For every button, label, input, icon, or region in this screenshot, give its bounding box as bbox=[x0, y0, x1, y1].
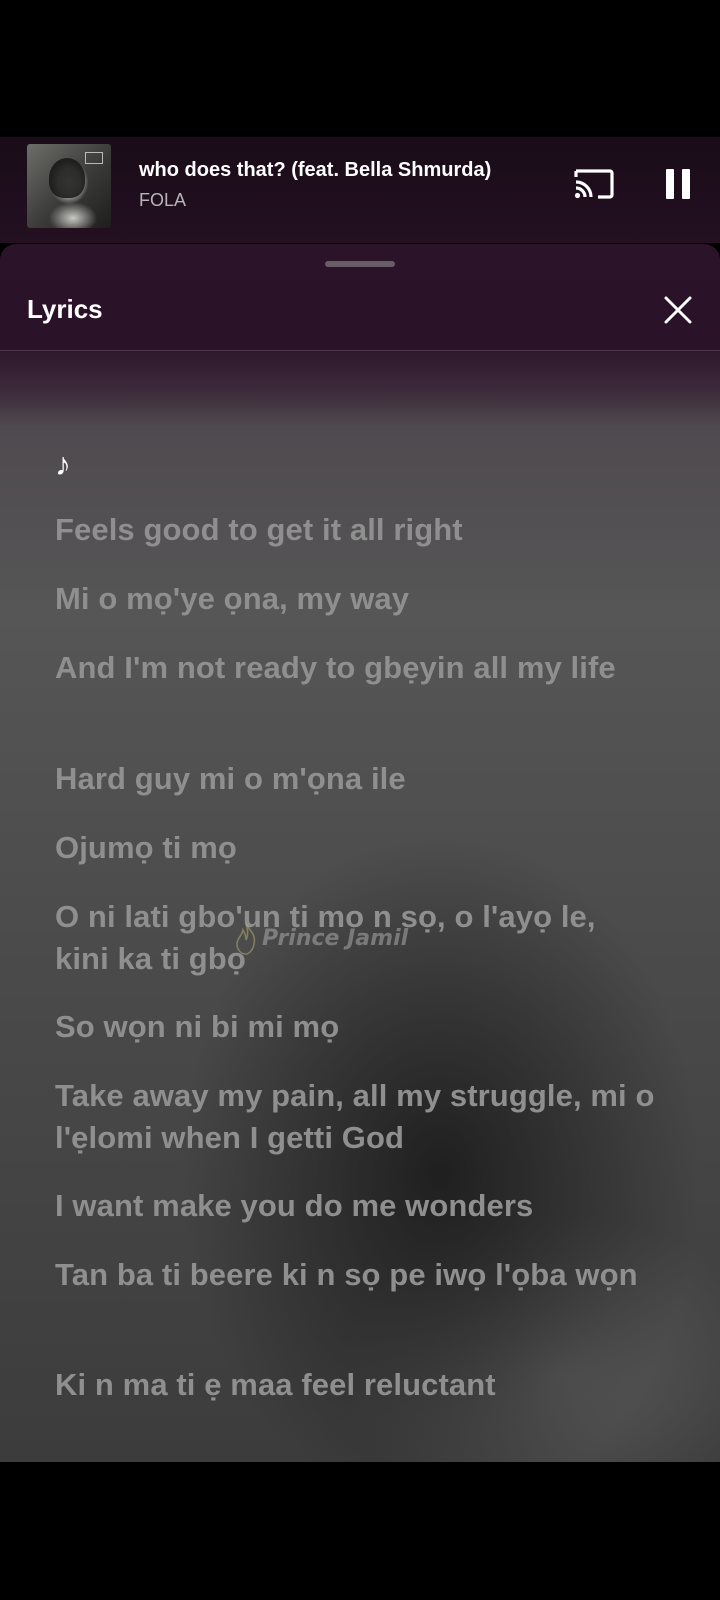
close-icon bbox=[664, 296, 692, 324]
lyric-line[interactable]: Tan ba ti beere ki n sọ pe iwọ l'ọba wọn bbox=[55, 1254, 655, 1296]
track-artist[interactable]: FOLA bbox=[139, 190, 186, 211]
screen: who does that? (feat. Bella Shmurda) FOL… bbox=[0, 0, 720, 1600]
lyric-line[interactable]: So wọn ni bi mi mọ bbox=[55, 1006, 655, 1048]
album-art-tag bbox=[85, 152, 103, 164]
cast-icon[interactable] bbox=[572, 163, 616, 203]
close-button[interactable] bbox=[662, 290, 694, 330]
lyric-line[interactable]: Mi o mọ'ye ọna, my way bbox=[55, 578, 655, 620]
music-note-icon: ♪ bbox=[55, 446, 71, 482]
lyric-line[interactable]: I want make you do me wonders bbox=[55, 1185, 655, 1227]
drag-handle[interactable] bbox=[325, 261, 395, 267]
lyrics-heading: Lyrics bbox=[27, 294, 103, 324]
lyric-line[interactable]: Ki n ma ti ẹ maa feel reluctant bbox=[55, 1364, 655, 1406]
lyric-line[interactable]: Hard guy mi o m'ọna ile bbox=[55, 758, 655, 800]
lyrics-header: Lyrics bbox=[0, 280, 720, 351]
pause-button[interactable] bbox=[660, 163, 696, 203]
watermark: Prince Jamil bbox=[228, 922, 428, 962]
watermark-text: Prince Jamil bbox=[262, 926, 409, 951]
mini-player[interactable]: who does that? (feat. Bella Shmurda) FOL… bbox=[0, 137, 720, 243]
lyric-line[interactable]: And I'm not ready to gbẹyin all my life bbox=[55, 647, 655, 689]
album-art-figure bbox=[49, 158, 85, 198]
lyric-line[interactable]: Ojumọ ti mọ bbox=[55, 827, 655, 869]
flame-logo-icon bbox=[236, 923, 256, 955]
lyric-line[interactable]: Take away my pain, all my struggle, mi o… bbox=[55, 1075, 655, 1159]
album-art[interactable] bbox=[27, 144, 111, 228]
pause-icon bbox=[666, 169, 674, 199]
pause-icon-bar bbox=[682, 169, 690, 199]
track-title[interactable]: who does that? (feat. Bella Shmurda) bbox=[139, 159, 491, 182]
lyric-line[interactable]: Feels good to get it all right bbox=[55, 509, 655, 551]
lyrics-sheet: Lyrics ♪ Feels good to get it all right … bbox=[0, 244, 720, 1462]
